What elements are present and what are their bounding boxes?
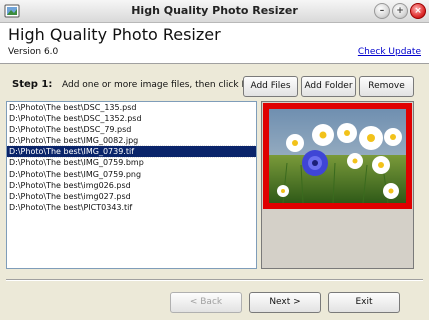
add-folder-button[interactable]: Add Folder	[301, 76, 356, 97]
file-list-item[interactable]: D:\Photo\The best\DSC_1352.psd	[7, 113, 256, 124]
step-label: Step 1:	[12, 79, 53, 90]
file-list-item[interactable]: D:\Photo\The best\IMG_0759.bmp	[7, 157, 256, 168]
file-list-item[interactable]: D:\Photo\The best\IMG_0082.jpg	[7, 135, 256, 146]
preview-image	[263, 103, 412, 209]
close-icon: ×	[414, 6, 422, 16]
minimize-button[interactable]: –	[374, 3, 390, 19]
back-button[interactable]: < Back	[170, 292, 242, 313]
file-list-item[interactable]: D:\Photo\The best\PICT0343.tif	[7, 202, 256, 213]
file-list-item[interactable]: D:\Photo\The best\IMG_0759.png	[7, 169, 256, 180]
app-title: High Quality Photo Resizer	[8, 25, 221, 44]
exit-button[interactable]: Exit	[328, 292, 400, 313]
preview-panel	[261, 101, 414, 269]
preview-photo-flowers	[269, 109, 406, 204]
file-list-item[interactable]: D:\Photo\The best\img026.psd	[7, 180, 256, 191]
file-list-item[interactable]: D:\Photo\The best\DSC_135.psd	[7, 102, 256, 113]
file-list-item[interactable]: D:\Photo\The best\img027.psd	[7, 191, 256, 202]
maximize-icon: +	[396, 6, 404, 16]
close-button[interactable]: ×	[410, 3, 426, 19]
step-instruction: Add one or more image files, then click …	[62, 80, 266, 90]
remove-button[interactable]: Remove	[359, 76, 414, 97]
minimize-icon: –	[379, 6, 385, 16]
footer-separator	[6, 279, 423, 281]
check-update-link[interactable]: Check Update	[358, 47, 421, 57]
add-files-button[interactable]: Add Files	[243, 76, 298, 97]
maximize-button[interactable]: +	[392, 3, 408, 19]
version-label: Version 6.0	[8, 47, 59, 57]
file-list-item[interactable]: D:\Photo\The best\IMG_0739.tif	[7, 145, 256, 159]
header-panel: High Quality Photo Resizer Version 6.0 C…	[0, 23, 429, 64]
file-list[interactable]: D:\Photo\The best\DSC_135.psd D:\Photo\Th…	[6, 101, 257, 269]
file-list-item[interactable]: D:\Photo\The best\DSC_79.psd	[7, 124, 256, 135]
app-window: High Quality Photo Resizer – + × High Qu…	[0, 0, 429, 320]
next-button[interactable]: Next >	[249, 292, 321, 313]
title-bar[interactable]: High Quality Photo Resizer – + ×	[0, 0, 429, 23]
window-title: High Quality Photo Resizer	[131, 4, 298, 17]
